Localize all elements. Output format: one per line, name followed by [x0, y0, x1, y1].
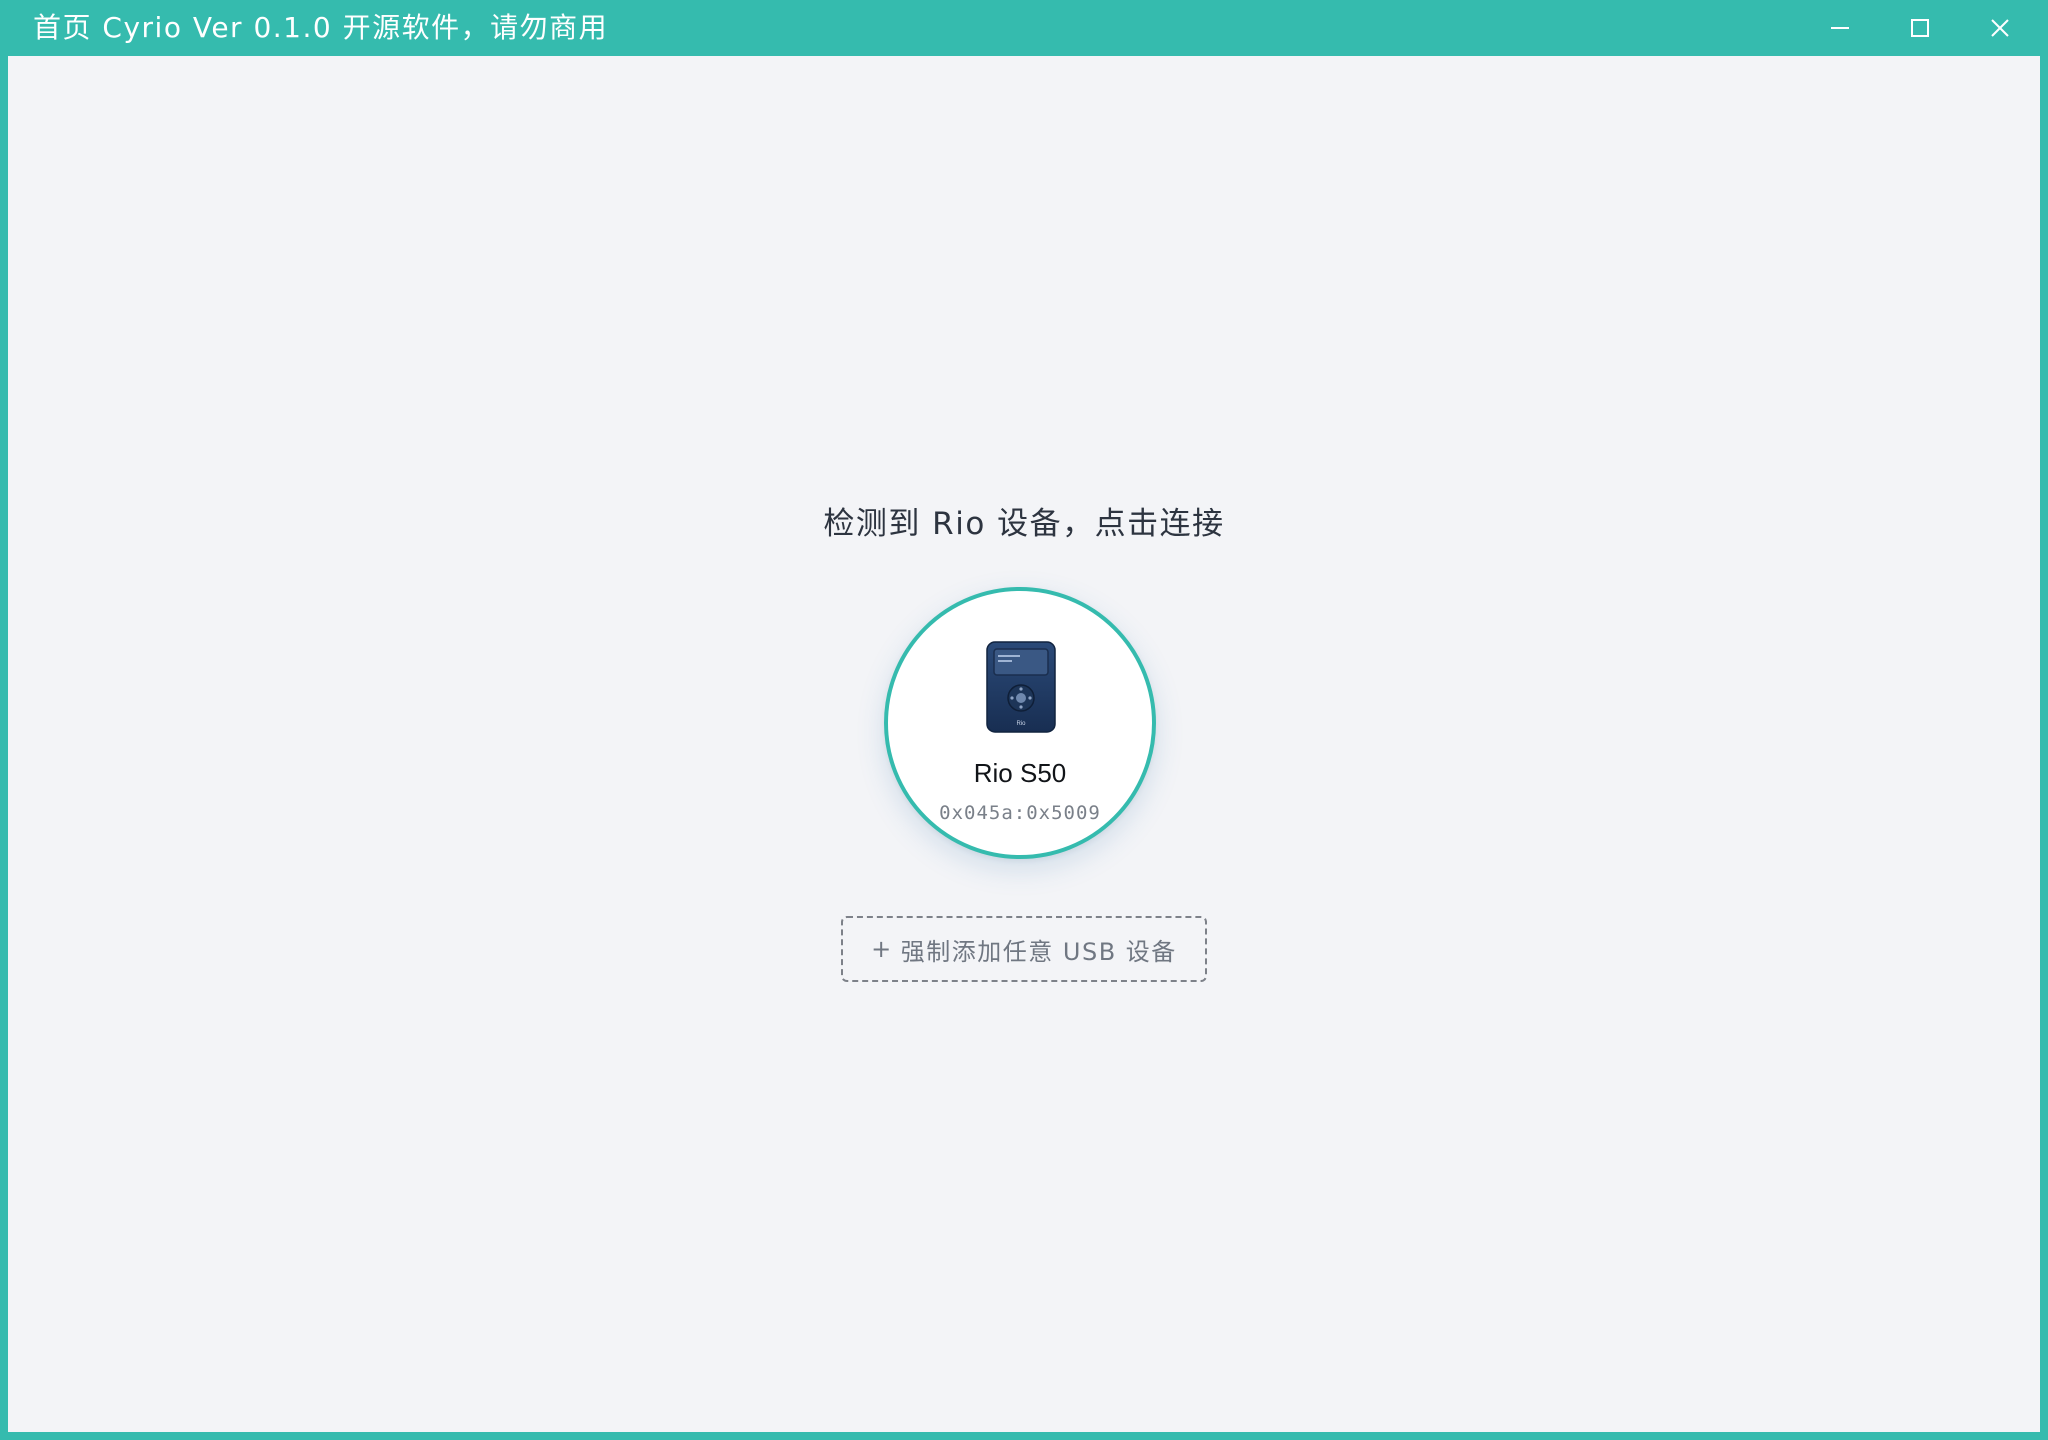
- minimize-icon: [1829, 17, 1851, 39]
- plus-icon: +: [871, 935, 893, 963]
- force-add-label: 强制添加任意 USB 设备: [900, 937, 1177, 966]
- device-name: Rio S50: [973, 758, 1067, 788]
- close-button[interactable]: [1960, 0, 2040, 56]
- maximize-icon: [1909, 17, 1931, 39]
- main-content: 检测到 Rio 设备，点击连接 Rio Rio S50 0x045a:0x500…: [8, 56, 2040, 1432]
- minimize-button[interactable]: [1800, 0, 1880, 56]
- device-connect-button[interactable]: Rio Rio S50 0x045a:0x5009: [884, 587, 1156, 859]
- maximize-button[interactable]: [1880, 0, 1960, 56]
- window-title: 首页 Cyrio Ver 0.1.0 开源软件，请勿商用: [33, 11, 609, 44]
- connect-prompt: 检测到 Rio 设备，点击连接: [823, 506, 1225, 542]
- title-bar[interactable]: 首页 Cyrio Ver 0.1.0 开源软件，请勿商用: [0, 0, 2048, 56]
- mp3-player-icon: Rio: [986, 641, 1056, 733]
- close-icon: [1989, 17, 2011, 39]
- app-window: 首页 Cyrio Ver 0.1.0 开源软件，请勿商用 检测到 Rio 设备，…: [0, 0, 2048, 1440]
- device-brand-label: Rio: [1016, 721, 1026, 727]
- force-add-usb-button[interactable]: + 强制添加任意 USB 设备: [841, 916, 1207, 982]
- device-usb-id: 0x045a:0x5009: [939, 802, 1101, 824]
